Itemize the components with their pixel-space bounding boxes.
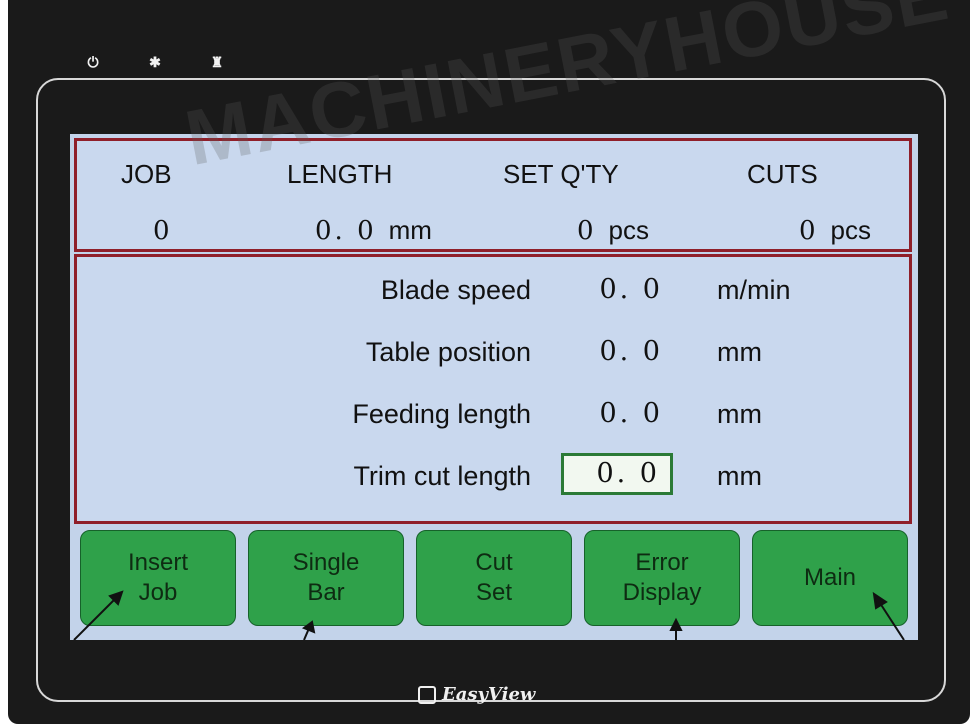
- easyview-logo-icon: [418, 685, 436, 704]
- annotation-arrow: [877, 599, 905, 640]
- annotation-arrowhead: [872, 591, 888, 610]
- annotation-arrowhead: [301, 620, 316, 634]
- power-icon: ⏻: [87, 54, 99, 70]
- annotation-arrowhead: [669, 617, 683, 631]
- annotation-arrows: [73, 590, 905, 640]
- brightness-icon: ✱: [149, 54, 161, 70]
- annotation-arrow: [73, 595, 119, 640]
- hmi-screen: JOB LENGTH SET Q'TY CUTS 0 0. 0 mm 0 pcs 0…: [70, 134, 918, 640]
- easyview-logo: EasyView: [418, 684, 535, 705]
- network-icon: ♜: [210, 54, 224, 70]
- status-icons: ⏻ ✱ ♜: [86, 54, 224, 71]
- brand-name: EasyView: [442, 684, 536, 705]
